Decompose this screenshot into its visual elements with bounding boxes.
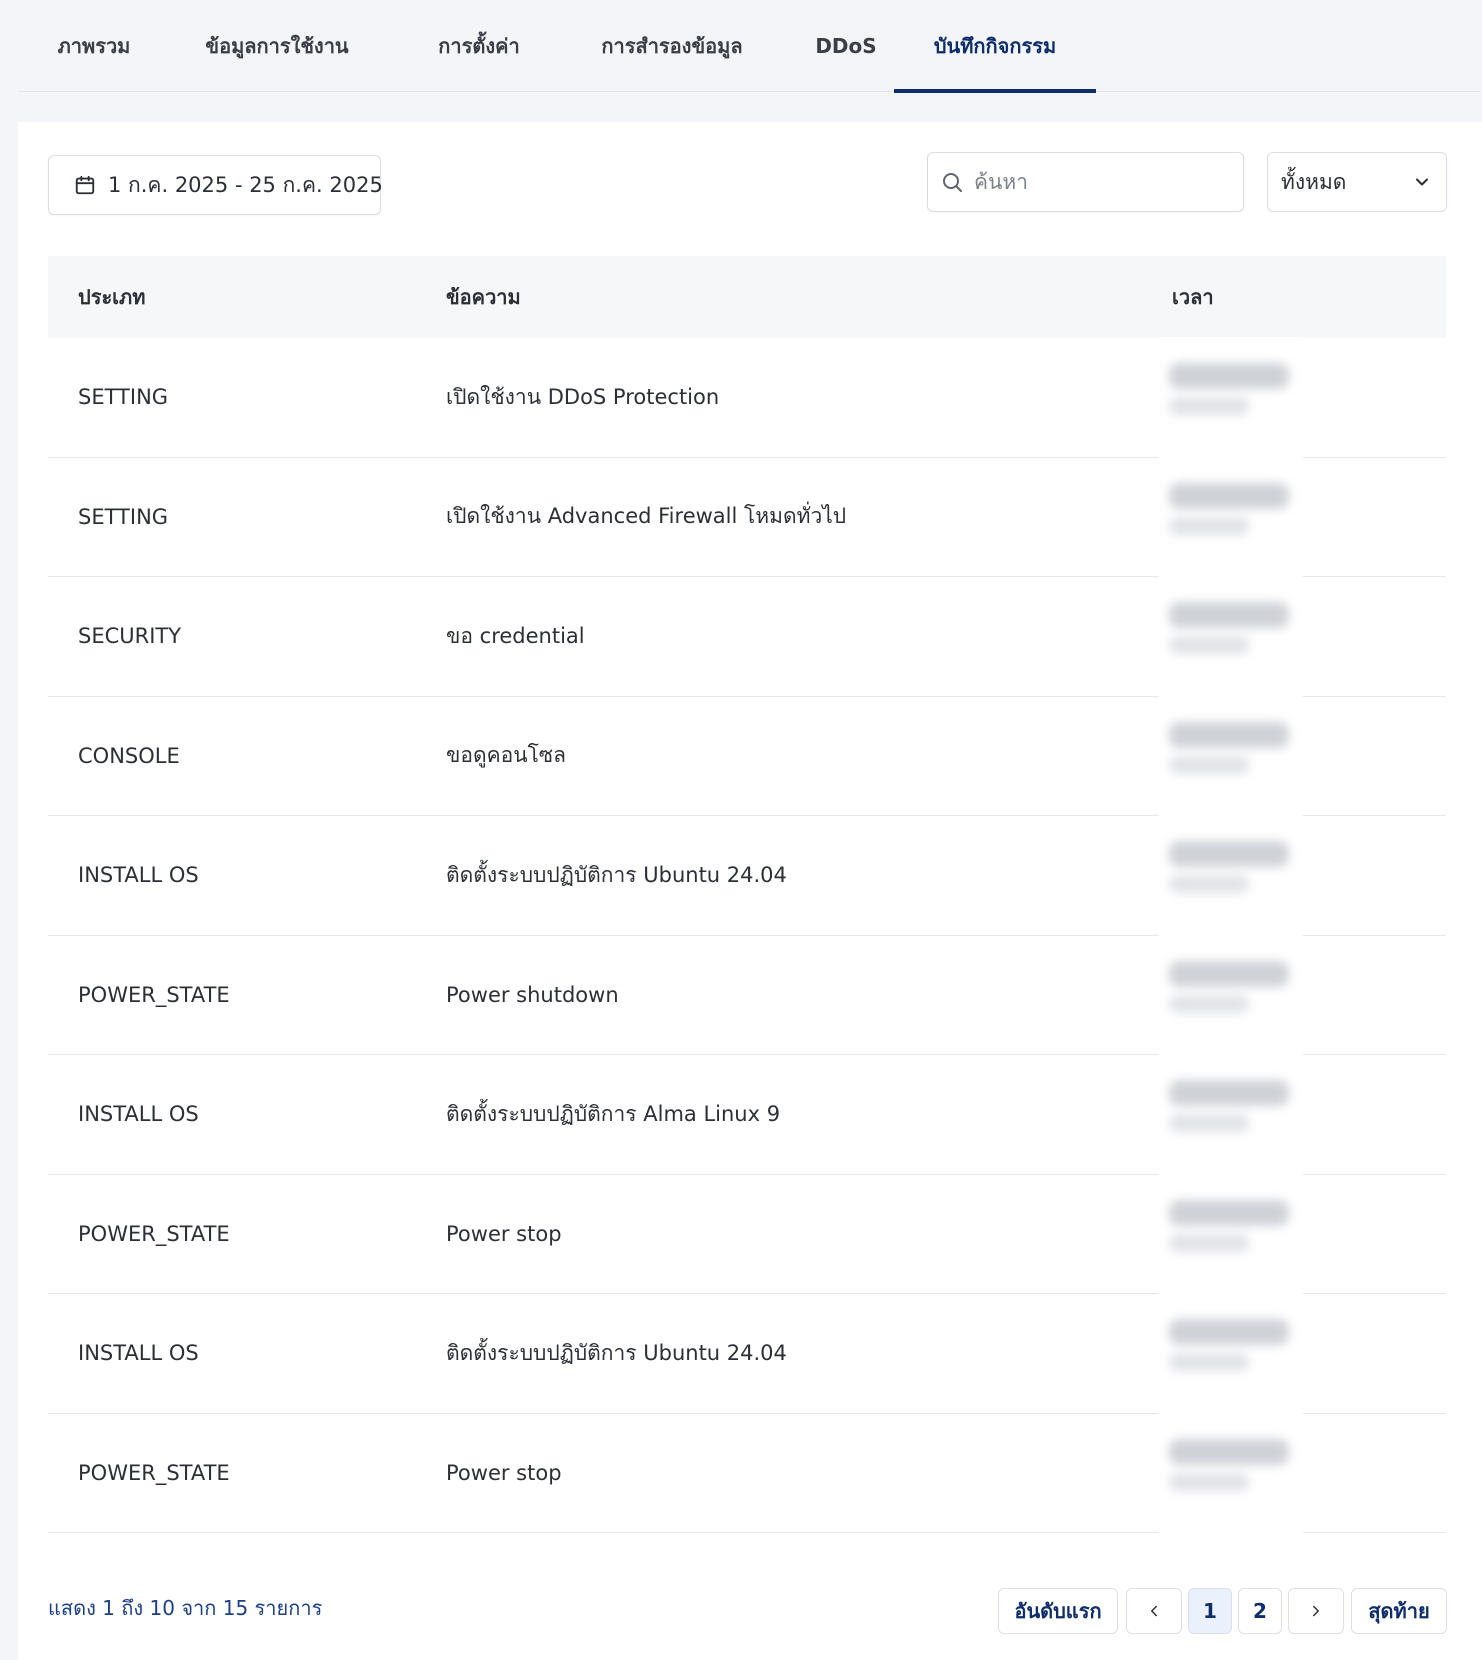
type-filter-select[interactable]: ทั้งหมด — [1267, 152, 1447, 212]
table-row[interactable]: SETTING เปิดใช้งาน DDoS Protection — [48, 337, 1446, 458]
row-type: POWER_STATE — [78, 982, 230, 1007]
table-row[interactable]: POWER_STATE Power shutdown — [48, 934, 1446, 1055]
tab-ddos[interactable]: DDoS — [786, 0, 906, 92]
tab-bar: ภาพรวม ข้อมูลการใช้งาน การตั้งค่า การสำร… — [19, 0, 1480, 93]
table-row[interactable]: INSTALL OS ติดตั้งระบบปฏิบัติการ Ubuntu … — [48, 815, 1446, 936]
row-time-redacted — [1159, 337, 1303, 458]
row-time-redacted — [1159, 695, 1303, 816]
date-range-label: 1 ก.ค. 2025 - 25 ก.ค. 2025 — [108, 172, 383, 197]
row-message: ติดตั้งระบบปฏิบัติการ Alma Linux 9 — [446, 1101, 781, 1126]
row-message: Power shutdown — [446, 982, 619, 1007]
column-header-message: ข้อความ — [446, 285, 521, 309]
first-page-button[interactable]: อันดับแรก — [998, 1588, 1118, 1634]
table-row[interactable]: SETTING เปิดใช้งาน Advanced Firewall โหม… — [48, 456, 1446, 577]
table-row[interactable]: CONSOLE ขอดูคอนโซล — [48, 695, 1446, 816]
row-message: เปิดใช้งาน DDoS Protection — [446, 384, 720, 409]
row-time-redacted — [1159, 1054, 1303, 1175]
column-header-time: เวลา — [1172, 285, 1214, 309]
tab-settings[interactable]: การตั้งค่า — [404, 0, 554, 92]
row-time-redacted — [1159, 456, 1303, 577]
row-message: เปิดใช้งาน Advanced Firewall โหมดทั่วไป — [446, 504, 847, 529]
row-type: SETTING — [78, 504, 169, 529]
row-message: ขอดูคอนโซล — [446, 743, 567, 768]
row-time-redacted — [1159, 815, 1303, 936]
search-box[interactable] — [927, 152, 1244, 212]
chevron-down-icon — [1412, 172, 1432, 192]
chevron-left-icon — [1145, 1602, 1163, 1620]
search-icon — [940, 170, 964, 194]
page-button-2[interactable]: 2 — [1238, 1588, 1282, 1634]
search-input[interactable] — [974, 170, 1224, 194]
row-type: SECURITY — [78, 624, 182, 649]
row-type: INSTALL OS — [78, 1341, 199, 1366]
row-time-redacted — [1159, 934, 1303, 1055]
last-page-button[interactable]: สุดท้าย — [1351, 1588, 1447, 1634]
pagination: อันดับแรก 1 2 สุดท้าย — [18, 1588, 1482, 1634]
table-row[interactable]: INSTALL OS ติดตั้งระบบปฏิบัติการ Ubuntu … — [48, 1293, 1446, 1414]
row-type: POWER_STATE — [78, 1460, 230, 1485]
row-time-redacted — [1159, 1293, 1303, 1414]
date-range-picker[interactable]: 1 ก.ค. 2025 - 25 ก.ค. 2025 — [48, 155, 383, 215]
table-row[interactable]: POWER_STATE Power stop — [48, 1412, 1446, 1533]
row-type: CONSOLE — [78, 743, 180, 768]
row-type: INSTALL OS — [78, 1102, 199, 1127]
table-row[interactable]: INSTALL OS ติดตั้งระบบปฏิบัติการ Alma Li… — [48, 1054, 1446, 1175]
row-time-redacted — [1159, 576, 1303, 697]
calendar-icon — [74, 174, 96, 196]
table-row[interactable]: POWER_STATE Power stop — [48, 1173, 1446, 1294]
table-body: SETTING เปิดใช้งาน DDoS Protection SETTI… — [48, 337, 1446, 1533]
row-message: ติดตั้งระบบปฏิบัติการ Ubuntu 24.04 — [446, 1340, 787, 1365]
tab-backup[interactable]: การสำรองข้อมูล — [572, 0, 772, 92]
row-type: SETTING — [78, 385, 169, 410]
tab-activity-log[interactable]: บันทึกกิจกรรม — [894, 0, 1096, 93]
table-header: ประเภท ข้อความ เวลา — [48, 256, 1446, 338]
tab-usage[interactable]: ข้อมูลการใช้งาน — [177, 0, 377, 92]
row-type: POWER_STATE — [78, 1221, 230, 1246]
row-time-redacted — [1159, 1173, 1303, 1294]
row-time-redacted — [1159, 1412, 1303, 1533]
row-message: ติดตั้งระบบปฏิบัติการ Ubuntu 24.04 — [446, 862, 787, 887]
row-type: INSTALL OS — [78, 863, 199, 888]
table-row[interactable]: SECURITY ขอ credential — [48, 576, 1446, 697]
row-message: Power stop — [446, 1460, 562, 1485]
chevron-right-icon — [1307, 1602, 1325, 1620]
page-button-1[interactable]: 1 — [1188, 1588, 1232, 1634]
next-page-button[interactable] — [1288, 1588, 1344, 1634]
type-filter-value: ทั้งหมด — [1281, 169, 1347, 194]
row-message: Power stop — [446, 1221, 562, 1246]
column-header-type: ประเภท — [78, 285, 146, 309]
tab-overview[interactable]: ภาพรวม — [19, 0, 169, 92]
row-message: ขอ credential — [446, 623, 585, 648]
activity-log-card: 1 ก.ค. 2025 - 25 ก.ค. 2025 ทั้งหมด ประเภ… — [18, 122, 1482, 1660]
prev-page-button[interactable] — [1126, 1588, 1182, 1634]
